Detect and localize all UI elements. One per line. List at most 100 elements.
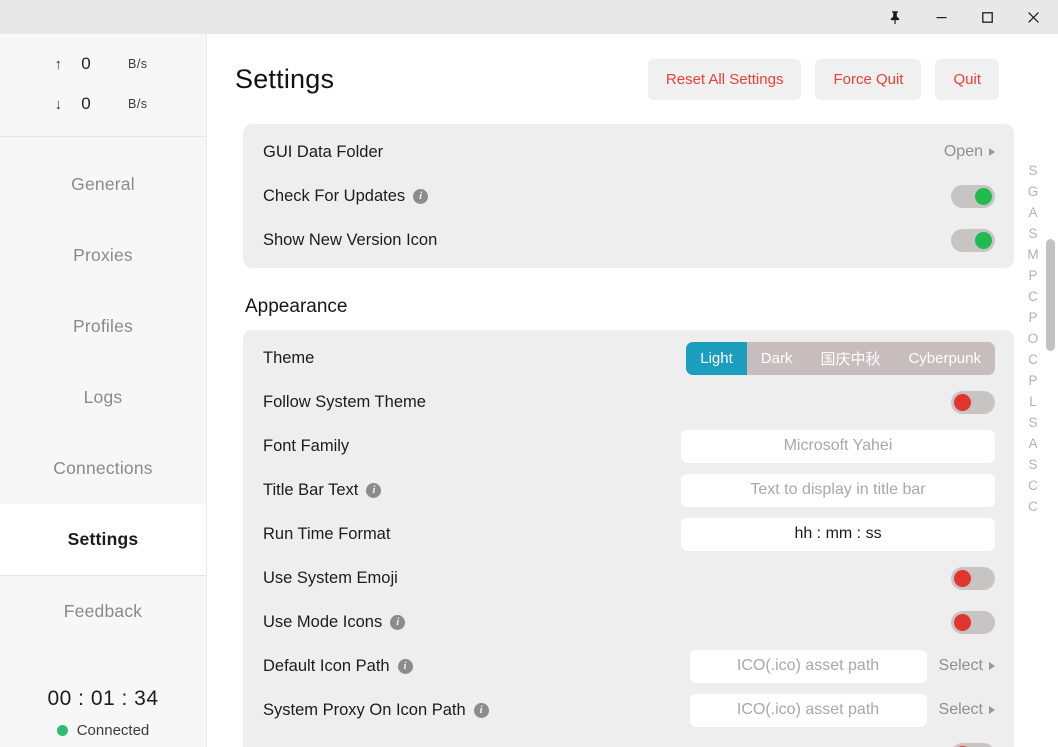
row-control [681, 517, 995, 551]
settings-row-follow-system-theme: Follow System Theme [262, 380, 996, 424]
pin-icon[interactable] [872, 0, 918, 34]
index-rail-letter[interactable]: O [1028, 330, 1039, 347]
chevron-right-icon [989, 706, 995, 714]
toggle-follow-system-theme[interactable] [951, 390, 995, 414]
sidebar-item-label: General [71, 174, 135, 194]
index-rail-letter[interactable]: S [1028, 225, 1037, 242]
settings-row-system-proxy-on-icon-path: System Proxy On Icon Path i Select [262, 688, 996, 732]
sidebar-item-profiles[interactable]: Profiles [0, 291, 206, 362]
theme-option-light[interactable]: Light [686, 341, 747, 375]
reset-all-settings-button[interactable]: Reset All Settings [647, 58, 802, 100]
info-icon[interactable]: i [366, 482, 382, 498]
index-rail-letter[interactable]: L [1029, 393, 1037, 410]
index-rail-letter[interactable]: A [1028, 204, 1037, 221]
toggle-hide-tray-icon[interactable] [951, 742, 995, 747]
toggle-use-mode-icons[interactable] [951, 610, 995, 634]
toggle-knob [975, 187, 992, 205]
open-link[interactable]: Open [944, 143, 995, 161]
info-icon[interactable]: i [413, 188, 429, 204]
row-label: Use Mode Icons i [263, 612, 406, 632]
info-icon[interactable]: i [473, 702, 489, 718]
theme-option-dark[interactable]: Dark [747, 342, 807, 375]
index-rail-letter[interactable]: P [1028, 372, 1037, 389]
input-system-proxy-on-icon-path[interactable] [689, 693, 927, 727]
index-rail-letter[interactable]: P [1028, 267, 1037, 284]
info-icon[interactable]: i [390, 614, 406, 630]
row-label: System Proxy On Icon Path i [263, 701, 489, 720]
scrollbar-thumb[interactable] [1046, 239, 1055, 351]
index-rail-letter[interactable]: P [1028, 309, 1037, 326]
open-link-label: Open [943, 143, 983, 160]
settings-scroll-area[interactable]: GUI Data Folder Open Check For Updates i Sho… [207, 124, 1058, 747]
sidebar: ↑ 0 B/s ↓ 0 B/s General Proxies Profiles Lo… [0, 34, 207, 747]
sidebar-item-logs[interactable]: Logs [0, 362, 206, 433]
index-rail-letter[interactable]: M [1027, 246, 1038, 263]
connection-status-label: Connected [76, 722, 150, 739]
sidebar-item-label: Logs [83, 387, 123, 407]
input-title-bar-text[interactable] [681, 473, 995, 507]
row-control [681, 473, 995, 507]
toggle-knob [954, 393, 971, 411]
index-rail-letter[interactable]: S [1028, 414, 1037, 431]
settings-row-check-for-updates: Check For Updates i [262, 174, 996, 218]
index-rail-letter[interactable]: S [1028, 162, 1037, 179]
theme-option-cyberpunk[interactable]: Cyberpunk [894, 342, 995, 375]
row-label-text: Title Bar Text [263, 480, 359, 499]
index-rail-letter[interactable]: C [1028, 288, 1038, 305]
theme-segmented-control[interactable]: Light Dark 国庆中秋 Cyberpunk [686, 341, 995, 375]
sidebar-item-label: Feedback [63, 601, 143, 621]
input-run-time-format[interactable] [681, 517, 995, 551]
page-header: Settings Reset All Settings Force Quit Qui… [207, 34, 1058, 124]
chevron-right-icon [989, 662, 995, 670]
sidebar-item-settings[interactable]: Settings [0, 504, 206, 575]
toggle-check-for-updates[interactable] [951, 184, 995, 208]
input-font-family[interactable] [681, 429, 995, 463]
index-rail-letter[interactable]: C [1028, 351, 1038, 368]
row-control: Select [689, 693, 995, 727]
index-rail-letter[interactable]: C [1028, 498, 1038, 515]
close-icon[interactable] [1010, 0, 1056, 34]
quit-button[interactable]: Quit [935, 58, 999, 100]
index-rail-letter[interactable]: A [1028, 435, 1037, 452]
minimize-icon[interactable] [918, 0, 964, 34]
info-icon[interactable]: i [397, 658, 413, 674]
row-control [951, 390, 995, 414]
theme-option-row[interactable]: 国庆中秋 [806, 342, 894, 375]
select-path-label: Select [938, 701, 983, 718]
upload-arrow-icon: ↑ [54, 55, 63, 73]
sidebar-item-proxies[interactable]: Proxies [0, 220, 206, 291]
index-rail-letter[interactable]: S [1028, 456, 1037, 473]
row-control: Open [944, 143, 995, 161]
input-default-icon-path[interactable] [689, 649, 927, 683]
sidebar-item-label: Settings [67, 529, 139, 549]
row-label-text: Theme [263, 348, 315, 367]
section-index-rail[interactable]: SGASMPCPOCPLSASCC [1022, 162, 1044, 515]
row-label-text: System Proxy On Icon Path [263, 700, 466, 719]
index-rail-letter[interactable]: C [1028, 477, 1038, 494]
select-path-link[interactable]: Select [939, 701, 995, 719]
settings-card-top: GUI Data Folder Open Check For Updates i Sho… [243, 124, 1014, 268]
toggle-use-system-emoji[interactable] [951, 566, 995, 590]
sidebar-item-connections[interactable]: Connections [0, 433, 206, 504]
select-path-label: Select [938, 657, 983, 674]
select-path-link[interactable]: Select [939, 657, 995, 675]
row-control: Light Dark 国庆中秋 Cyberpunk [686, 341, 995, 375]
row-label-text: Font Family [263, 436, 350, 455]
toggle-show-new-version-icon[interactable] [951, 228, 995, 252]
row-label: GUI Data Folder [263, 143, 383, 162]
force-quit-button[interactable]: Force Quit [815, 58, 922, 100]
sidebar-item-general[interactable]: General [0, 149, 206, 220]
row-label: Theme [263, 349, 314, 368]
sidebar-nav: General Proxies Profiles Logs Connections Set… [0, 137, 206, 647]
maximize-icon[interactable] [964, 0, 1010, 34]
upload-speed-row: ↑ 0 B/s [0, 44, 206, 84]
row-label-text: Run Time Format [263, 524, 391, 543]
row-label-text: Use Mode Icons [263, 612, 383, 631]
scrollbar-track[interactable] [1045, 162, 1055, 747]
row-label: Default Icon Path i [263, 657, 413, 676]
sidebar-item-feedback[interactable]: Feedback [0, 576, 206, 647]
row-label: Run Time Format [263, 525, 390, 544]
index-rail-letter[interactable]: G [1028, 183, 1039, 200]
app-window: ↑ 0 B/s ↓ 0 B/s General Proxies Profiles Lo… [0, 0, 1058, 747]
settings-row-default-icon-path: Default Icon Path i Select [262, 644, 996, 688]
